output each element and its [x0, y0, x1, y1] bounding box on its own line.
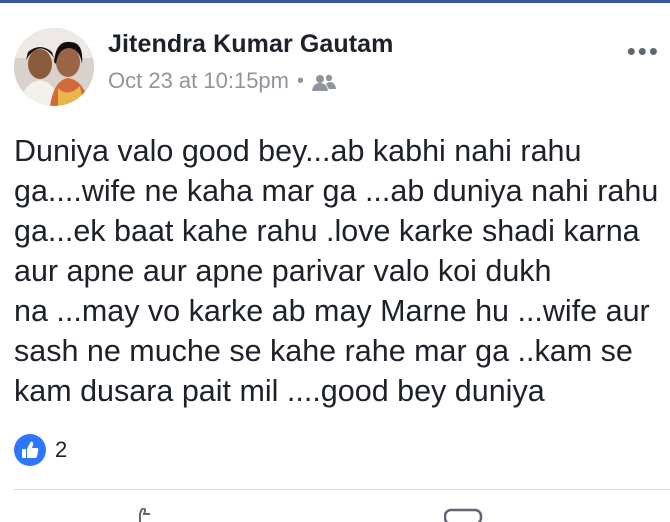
- post-text-line: ga....wife ne kaha mar ga ...ab duniya n…: [14, 174, 659, 208]
- like-button-icon[interactable]: [132, 508, 156, 522]
- avatar-photo-icon: [14, 28, 94, 106]
- post-meta: Oct 23 at 10:15pm •: [108, 68, 337, 94]
- post-text-line: aur apne aur apne parivar valo koi dukh: [14, 254, 552, 288]
- comment-button-icon[interactable]: [444, 508, 484, 522]
- post-timestamp[interactable]: Oct 23 at 10:15pm: [108, 68, 289, 94]
- like-icon: [14, 434, 46, 466]
- avatar[interactable]: [14, 28, 94, 106]
- divider: [14, 489, 670, 490]
- friends-icon[interactable]: [312, 72, 337, 91]
- post-text: Duniya valo good bey...ab kabhi nahi rah…: [14, 131, 666, 411]
- post-text-line: ga...ek baat kahe rahu .love karke shadi…: [14, 214, 640, 248]
- reactions-summary[interactable]: 2: [14, 434, 67, 466]
- top-bar: [0, 0, 670, 3]
- post-text-line: sash ne muche se kahe rahe mar ga ..kam …: [14, 334, 633, 368]
- meta-separator: •: [297, 69, 305, 92]
- post-text-line: kam dusara pait mil ....good bey duniya: [14, 374, 545, 408]
- more-options-icon[interactable]: •••: [627, 36, 660, 67]
- reaction-count: 2: [55, 437, 68, 462]
- post-text-line: na ...may vo karke ab may Marne hu ...wi…: [14, 294, 650, 328]
- post-text-line: Duniya valo good bey...ab kabhi nahi rah…: [14, 134, 582, 168]
- author-name[interactable]: Jitendra Kumar Gautam: [108, 30, 394, 59]
